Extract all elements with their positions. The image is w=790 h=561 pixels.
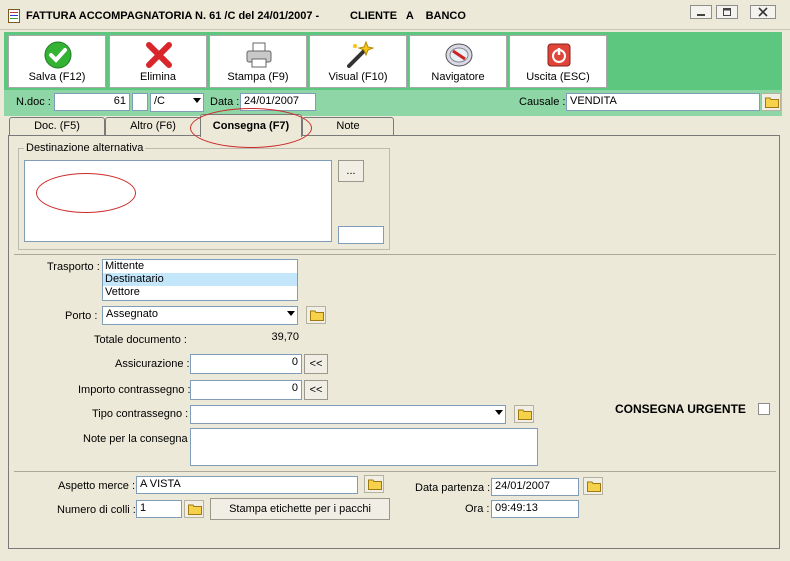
tab-doc[interactable]: Doc. (F5) <box>9 117 105 136</box>
causale-folder-button[interactable] <box>761 93 781 111</box>
contrassegno-label: Importo contrassegno : <box>78 384 191 396</box>
tab-altro[interactable]: Altro (F6) <box>105 117 201 136</box>
porto-select[interactable]: Assegnato <box>102 306 298 325</box>
chevron-down-icon <box>193 98 201 103</box>
print-button[interactable]: Stampa (F9) <box>209 35 307 88</box>
porto-value: Assegnato <box>106 308 158 320</box>
folder-icon <box>518 409 532 420</box>
data-partenza-label: Data partenza : <box>415 482 491 494</box>
aspetto-label: Aspetto merce : <box>58 480 136 492</box>
tab-annotation-ellipse <box>190 108 312 148</box>
assicurazione-input[interactable]: 0 <box>190 354 302 374</box>
folder-icon <box>310 310 324 321</box>
dest-legend: Destinazione alternativa <box>24 142 146 154</box>
assicurazione-arrow-button[interactable]: << <box>304 354 328 374</box>
contrassegno-arrow-button[interactable]: << <box>304 380 328 400</box>
trasporto-option-destinatario[interactable]: Destinatario <box>103 273 297 286</box>
urgente-checkbox[interactable] <box>758 403 770 415</box>
exit-button[interactable]: Uscita (ESC) <box>509 35 607 88</box>
navigator-button[interactable]: Navigatore <box>409 35 507 88</box>
note-label: Note per la consegna <box>83 433 188 445</box>
delete-button[interactable]: Elimina <box>109 35 207 88</box>
chevron-down-icon <box>287 311 295 316</box>
restore-button[interactable] <box>716 5 738 19</box>
colli-folder-button[interactable] <box>184 500 204 518</box>
ndoc-input[interactable]: 61 <box>54 93 130 111</box>
folder-icon <box>765 97 779 108</box>
close-button[interactable] <box>750 5 776 19</box>
ndoc-label: N.doc : <box>16 96 51 108</box>
assicurazione-label: Assicurazione : <box>115 358 190 370</box>
data-partenza-folder-button[interactable] <box>583 477 603 495</box>
window-title-client: CLIENTE A BANCO <box>350 10 466 22</box>
trasporto-list[interactable]: Mittente Destinatario Vettore <box>102 259 298 301</box>
porto-folder-button[interactable] <box>306 306 326 324</box>
date-label: Data : <box>210 96 240 108</box>
trasporto-label: Trasporto : <box>47 261 100 273</box>
colli-input[interactable]: 1 <box>136 500 182 518</box>
totale-label: Totale documento : <box>94 334 187 346</box>
ora-label: Ora : <box>465 503 490 515</box>
dest-browse-button[interactable]: ... <box>338 160 364 182</box>
causale-input[interactable]: VENDITA <box>566 93 760 111</box>
title-bar: FATTURA ACCOMPAGNATORIA N. 61 /C del 24/… <box>0 0 790 30</box>
document-header: N.doc : 61 /C Data : 24/01/2007 Causale … <box>4 90 782 116</box>
delete-label: Elimina <box>139 71 177 83</box>
causale-label: Causale : <box>519 96 566 108</box>
tab-note[interactable]: Note <box>302 117 394 136</box>
aspetto-folder-button[interactable] <box>364 475 384 493</box>
delete-x-icon <box>146 42 172 68</box>
minimize-button[interactable] <box>690 5 712 19</box>
data-partenza-input[interactable]: 24/01/2007 <box>491 478 579 496</box>
magic-wand-icon <box>347 40 374 68</box>
printer-icon <box>246 42 272 68</box>
navigator-label: Navigatore <box>431 71 485 83</box>
urgente-label: CONSEGNA URGENTE <box>615 402 746 416</box>
colli-label: Numero di colli : <box>57 504 136 516</box>
porto-label: Porto : <box>65 310 98 322</box>
series-value: /C <box>154 95 165 107</box>
tipo-contrassegno-folder-button[interactable] <box>514 405 534 423</box>
note-textarea[interactable] <box>190 428 538 466</box>
trasporto-option-mittente[interactable]: Mittente <box>103 260 297 273</box>
folder-icon <box>188 504 202 515</box>
separator <box>14 254 776 255</box>
dest-code-input[interactable] <box>338 226 384 244</box>
dest-annotation-ellipse <box>36 173 136 213</box>
aspetto-input[interactable]: A VISTA <box>136 476 358 494</box>
minimize-icon <box>697 14 705 16</box>
tipo-contrassegno-label: Tipo contrassegno : <box>92 408 189 420</box>
checkmark-icon <box>44 41 72 69</box>
print-label: Stampa (F9) <box>227 71 289 83</box>
app-icon <box>8 9 20 23</box>
close-icon <box>758 7 768 17</box>
restore-icon <box>723 8 731 16</box>
toolbar: Salva (F12) Elimina Stampa (F9) Visual (… <box>4 32 782 90</box>
print-labels-button[interactable]: Stampa etichette per i pacchi <box>210 498 390 520</box>
ora-input[interactable]: 09:49:13 <box>491 500 579 518</box>
compass-icon <box>445 43 473 67</box>
exit-label: Uscita (ESC) <box>526 71 590 83</box>
folder-icon <box>587 481 601 492</box>
save-button[interactable]: Salva (F12) <box>8 35 106 88</box>
tipo-contrassegno-select[interactable] <box>190 405 506 424</box>
visual-button[interactable]: Visual (F10) <box>309 35 407 88</box>
ndoc-suffix-input[interactable] <box>132 93 148 111</box>
chevron-down-icon <box>495 410 503 415</box>
contrassegno-input[interactable]: 0 <box>190 380 302 400</box>
save-label: Salva (F12) <box>28 71 86 83</box>
window-title: FATTURA ACCOMPAGNATORIA N. 61 /C del 24/… <box>26 10 320 22</box>
visual-label: Visual (F10) <box>328 71 388 83</box>
trasporto-option-vettore[interactable]: Vettore <box>103 286 297 299</box>
separator <box>14 471 776 472</box>
power-icon <box>547 43 571 67</box>
series-select[interactable]: /C <box>150 93 204 112</box>
invoice-window: FATTURA ACCOMPAGNATORIA N. 61 /C del 24/… <box>0 0 790 561</box>
totale-value: 39,70 <box>190 330 302 348</box>
folder-icon <box>368 479 382 490</box>
